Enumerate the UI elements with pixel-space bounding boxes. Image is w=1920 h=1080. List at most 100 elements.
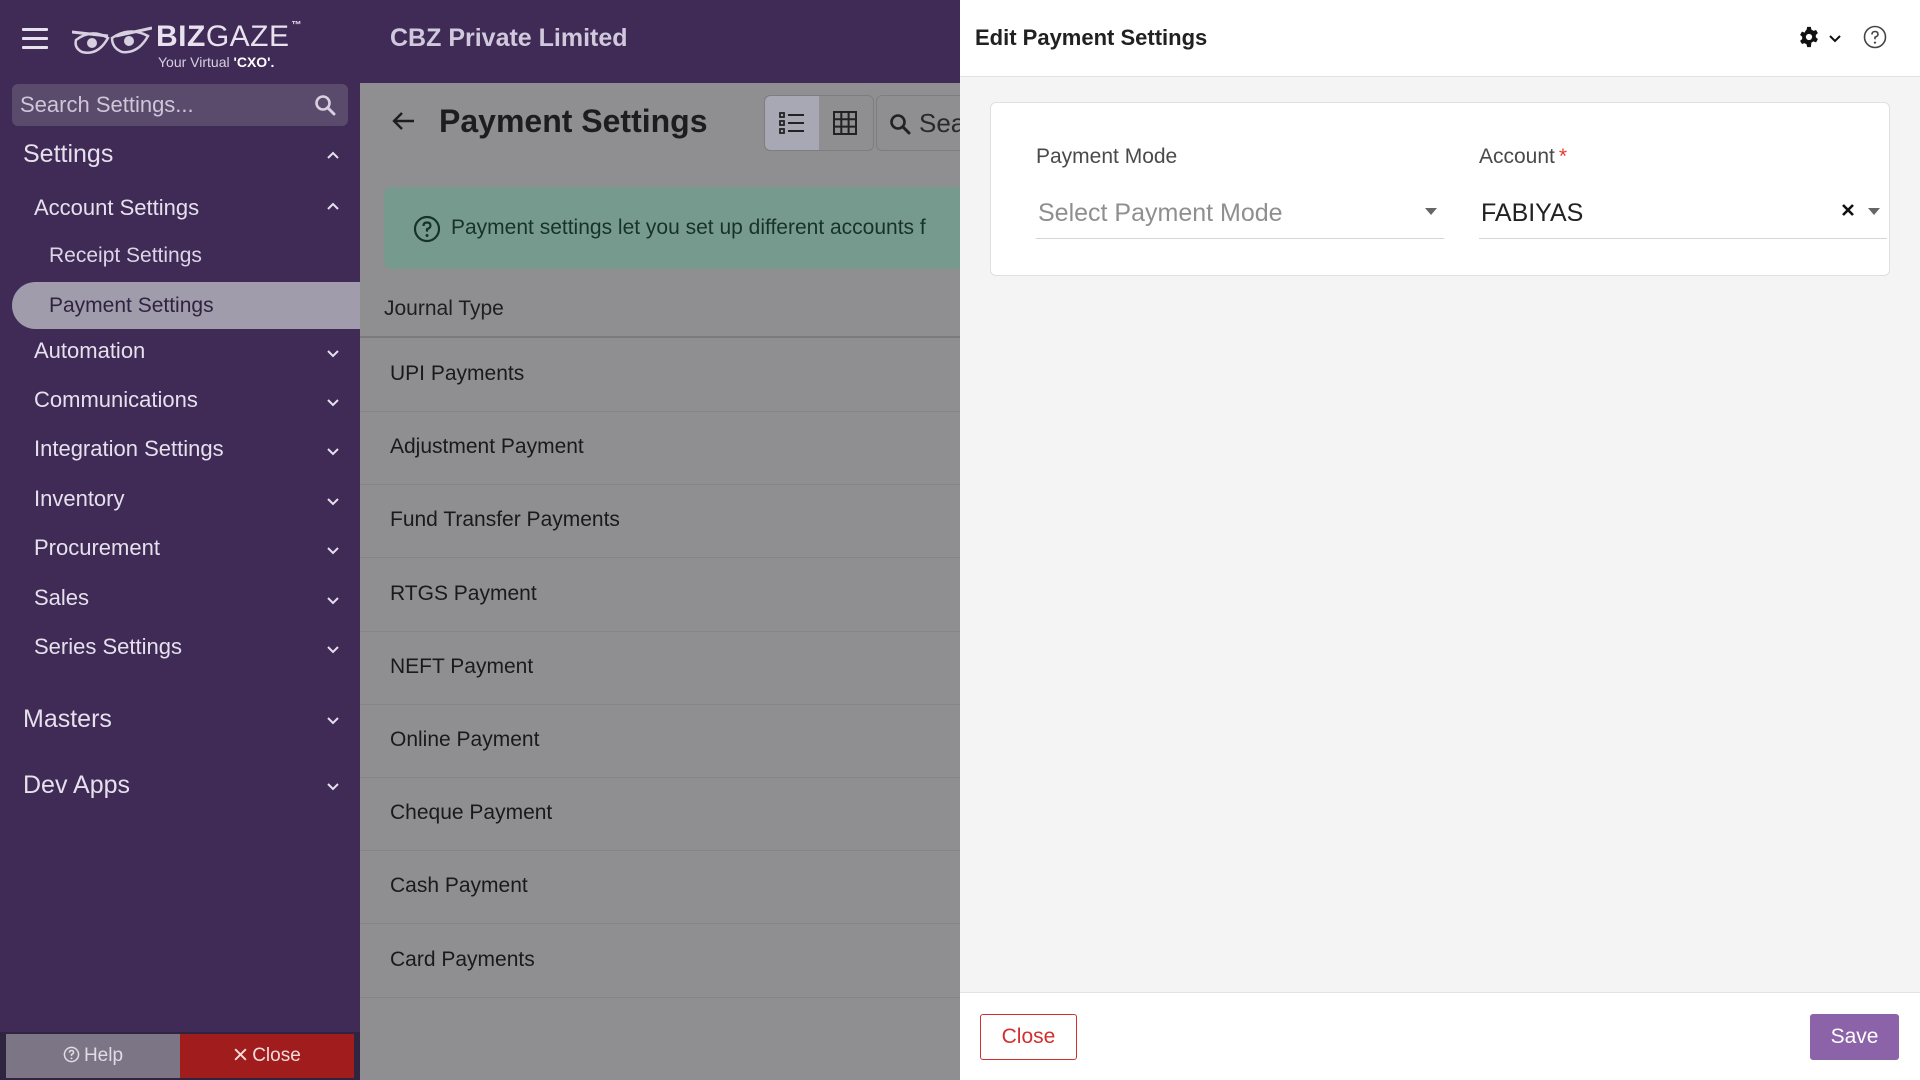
chevron-down-icon	[327, 783, 339, 791]
drawer-footer: Close Save	[960, 992, 1920, 1080]
dropdown-caret-icon	[1425, 208, 1437, 215]
sidebar-item-inventory[interactable]: Inventory	[0, 484, 360, 520]
info-banner: Payment settings let you set up differen…	[384, 187, 960, 269]
sidebar-item-receipt-settings[interactable]: Receipt Settings	[0, 242, 360, 276]
sidebar-item-label: Integration Settings	[34, 436, 224, 461]
chevron-down-icon	[1829, 35, 1841, 43]
payment-settings-form: Payment Mode Select Payment Mode Account…	[990, 102, 1890, 276]
sidebar-section-label: Dev Apps	[23, 771, 131, 799]
settings-search-box	[12, 84, 348, 126]
journal-type-cell: Card Payments	[390, 947, 535, 971]
table-row[interactable]: Fund Transfer Payments	[360, 485, 960, 559]
table-row[interactable]: RTGS Payment	[360, 559, 960, 632]
close-button-label: Close	[252, 1045, 301, 1066]
chevron-down-icon	[327, 646, 339, 654]
logo-tagline: Your Virtual 'CXO'.	[158, 54, 275, 70]
hamburger-menu-icon[interactable]	[22, 28, 48, 50]
sidebar-close-button[interactable]: Close	[180, 1034, 354, 1078]
top-bar: CBZ Private Limited	[360, 0, 960, 83]
question-circle-icon	[413, 215, 441, 243]
table-row[interactable]: UPI Payments	[360, 339, 960, 412]
info-banner-text: Payment settings let you set up differen…	[451, 216, 926, 239]
drawer-close-button[interactable]: Close	[980, 1014, 1077, 1060]
journal-type-cell: Cash Payment	[390, 874, 528, 898]
table-header: Journal Type	[360, 275, 960, 338]
back-arrow-icon[interactable]	[390, 107, 418, 135]
sidebar-item-sales[interactable]: Sales	[0, 583, 360, 619]
sidebar-section-masters[interactable]: Masters	[0, 703, 360, 743]
sidebar-item-automation[interactable]: Automation	[0, 336, 360, 372]
chevron-up-icon	[327, 151, 339, 159]
payment-mode-placeholder: Select Payment Mode	[1038, 199, 1283, 227]
chevron-down-icon	[327, 399, 339, 407]
account-select[interactable]: FABIYAS	[1479, 185, 1887, 239]
chevron-down-icon	[327, 597, 339, 605]
sidebar-item-payment-settings[interactable]: Payment Settings	[12, 282, 360, 329]
payment-mode-label: Payment Mode	[1036, 145, 1178, 168]
table-row[interactable]: Cheque Payment	[360, 778, 960, 852]
sidebar-item-communications[interactable]: Communications	[0, 385, 360, 421]
view-toggle	[764, 95, 874, 151]
question-circle-icon	[63, 1045, 80, 1067]
bizgaze-logo[interactable]: BIZGAZE ™ Your Virtual 'CXO'.	[72, 18, 302, 70]
settings-menu-button[interactable]	[1798, 24, 1848, 54]
clear-selection-icon[interactable]	[1839, 201, 1857, 219]
table-row[interactable]: NEFT Payment	[360, 632, 960, 705]
chevron-down-icon	[327, 547, 339, 555]
grid-view-icon	[833, 111, 857, 135]
help-button[interactable]: Help	[6, 1034, 180, 1078]
payment-mode-select[interactable]: Select Payment Mode	[1036, 185, 1444, 239]
grid-view-button[interactable]	[819, 96, 873, 150]
journal-type-cell: RTGS Payment	[390, 581, 537, 605]
required-asterisk: *	[1558, 145, 1568, 168]
page-title: Payment Settings	[439, 103, 708, 139]
sidebar-item-label: Inventory	[34, 486, 125, 511]
save-button[interactable]: Save	[1810, 1014, 1899, 1060]
journal-type-cell: Cheque Payment	[390, 801, 553, 825]
page-header: Payment Settings Sea	[360, 83, 960, 163]
search-text: Sea	[919, 108, 960, 138]
table-row[interactable]: Cash Payment	[360, 851, 960, 925]
sidebar-item-label: Receipt Settings	[49, 244, 202, 267]
search-icon[interactable]	[314, 94, 336, 116]
chevron-down-icon	[327, 498, 339, 506]
journal-type-cell: UPI Payments	[390, 362, 525, 385]
sidebar-section-dev-apps[interactable]: Dev Apps	[0, 769, 360, 809]
sidebar-section-label: Masters	[23, 705, 112, 733]
column-header-journal-type: Journal Type	[384, 297, 504, 320]
gear-icon	[1800, 26, 1818, 48]
sidebar-item-account-settings[interactable]: Account Settings	[0, 193, 360, 229]
chevron-down-icon	[327, 448, 339, 456]
settings-search-input[interactable]	[12, 84, 302, 126]
table-row[interactable]: Online Payment	[360, 705, 960, 778]
help-circle-icon[interactable]	[1863, 25, 1887, 49]
table-row[interactable]: Card Payments	[360, 925, 960, 998]
journal-search-box[interactable]: Sea	[876, 95, 960, 151]
journal-type-cell: NEFT Payment	[390, 654, 534, 678]
sidebar-item-procurement[interactable]: Procurement	[0, 533, 360, 569]
sidebar-item-label: Series Settings	[34, 634, 182, 659]
company-name: CBZ Private Limited	[390, 24, 628, 52]
table-row[interactable]: Adjustment Payment	[360, 412, 960, 486]
account-label: Account *	[1479, 145, 1568, 168]
sidebar-header: BIZGAZE ™ Your Virtual 'CXO'.	[0, 0, 360, 83]
list-view-icon	[779, 112, 804, 134]
sidebar-section-label: Settings	[23, 140, 114, 168]
logo-eyes-icon	[72, 26, 152, 54]
sidebar-item-integration-settings[interactable]: Integration Settings	[0, 434, 360, 470]
logo-wordmark: BIZGAZE ™	[156, 20, 303, 53]
dropdown-caret-icon	[1868, 208, 1880, 215]
sidebar-item-series-settings[interactable]: Series Settings	[0, 632, 360, 668]
journal-type-cell: Online Payment	[390, 728, 540, 751]
sidebar-item-label: Procurement	[34, 535, 160, 560]
journal-type-cell: Fund Transfer Payments	[390, 508, 620, 532]
sidebar-footer: Help Close	[0, 1032, 360, 1080]
sidebar-item-label: Sales	[34, 585, 90, 610]
chevron-down-icon	[327, 350, 339, 358]
list-view-button[interactable]	[765, 96, 819, 150]
journal-type-cell: Adjustment Payment	[390, 435, 584, 459]
chevron-up-icon	[327, 202, 339, 210]
search-icon	[890, 114, 911, 135]
account-value: FABIYAS	[1481, 199, 1584, 227]
sidebar-section-settings[interactable]: Settings	[0, 140, 360, 184]
